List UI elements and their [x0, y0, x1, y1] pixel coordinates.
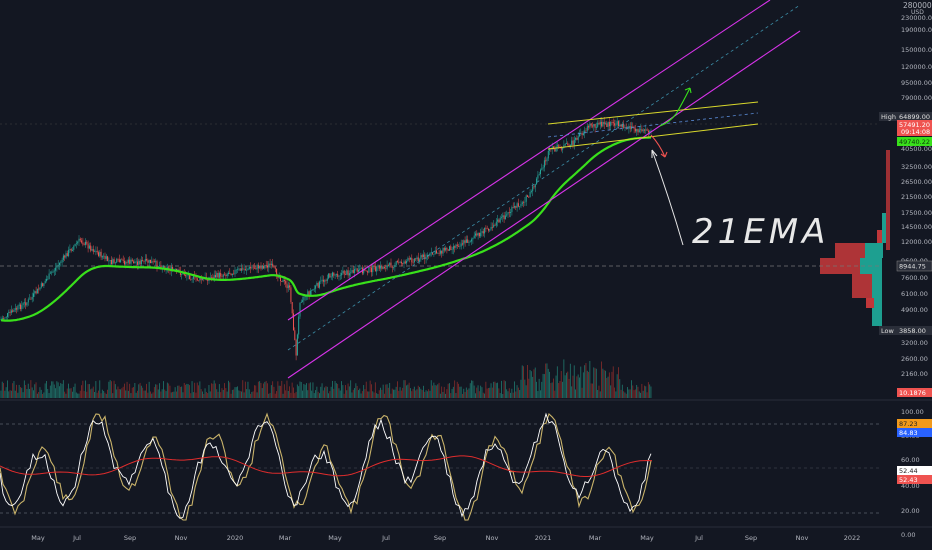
time-tick: 2021: [535, 534, 552, 542]
price-tick: 17500.00: [901, 209, 932, 217]
time-tick: Sep: [124, 534, 136, 542]
price-tick: 2600.00: [901, 355, 928, 363]
price-tick: 95000.00: [901, 79, 932, 87]
time-tick: Nov: [486, 534, 499, 542]
time-tick: Sep: [434, 534, 446, 542]
annotation-label: 21EMA: [692, 212, 829, 252]
time-tick: 2022: [844, 534, 861, 542]
price-tick: 32500.00: [901, 163, 932, 171]
low-badge-value: 3858.00: [899, 327, 926, 335]
oscillator-tick: 60.00: [901, 456, 920, 464]
ema-badge: 49740.22: [897, 137, 932, 146]
volume-badge: 10.1876: [897, 388, 932, 397]
price-tick: 3200.00: [901, 339, 928, 347]
price-tick: 230000.00: [901, 14, 932, 22]
high-badge: High 64899.00: [879, 112, 932, 121]
osc-badge-d: 84.83: [899, 429, 918, 437]
time-tick: May: [640, 534, 654, 542]
price-chart[interactable]: 21EMA 280000.00 USD 230000.00190000.0015…: [0, 0, 932, 550]
cursor-badge: 8944.75: [896, 260, 932, 272]
price-tick: 79000.00: [901, 94, 932, 102]
volume-badge-value: 10.1876: [899, 389, 926, 397]
price-tick: 21500.00: [901, 193, 932, 201]
time-tick: Jul: [72, 534, 81, 542]
time-tick: Jul: [694, 534, 703, 542]
price-tick: 6100.00: [901, 290, 928, 298]
osc-badge-white: 52.44: [899, 467, 918, 475]
price-tick: 4900.00: [901, 306, 928, 314]
oscillator-tick: 100.00: [901, 408, 924, 416]
high-badge-label: High: [881, 113, 896, 121]
time-tick: Jul: [381, 534, 390, 542]
price-tick: 7600.00: [901, 274, 928, 282]
oscillator-tick: 0.00: [901, 531, 915, 539]
time-tick: Nov: [796, 534, 809, 542]
price-tick: 150000.00: [901, 46, 932, 54]
time-tick: May: [31, 534, 45, 542]
price-tick: 14500.00: [901, 223, 932, 231]
price-tick: 26500.00: [901, 178, 932, 186]
time-tick: Sep: [745, 534, 757, 542]
price-tick: 12000.00: [901, 238, 932, 246]
ema-badge-value: 49740.22: [899, 138, 930, 146]
price-tick: 2160.00: [901, 370, 928, 378]
low-badge-label: Low: [881, 327, 894, 335]
osc-badge-red: 52.43: [899, 476, 918, 484]
countdown-value: 09:14:08: [901, 128, 930, 136]
time-tick: Nov: [175, 534, 188, 542]
oscillator-tick: 20.00: [901, 507, 920, 515]
price-tick: 190000.00: [901, 26, 932, 34]
osc-badge-k: 87.23: [899, 420, 918, 428]
time-tick: 2020: [227, 534, 244, 542]
cursor-badge-value: 8944.75: [899, 263, 926, 271]
low-badge: Low 3858.00: [879, 326, 932, 335]
chart-background: [0, 0, 932, 550]
time-tick: Mar: [589, 534, 602, 542]
time-tick: May: [328, 534, 342, 542]
price-tick: 120000.00: [901, 63, 932, 71]
time-tick: Mar: [279, 534, 292, 542]
high-badge-value: 64899.00: [899, 113, 930, 121]
price-tick: 40500.00: [901, 145, 932, 153]
last-price-badge: 57491.20 09:14:08: [897, 120, 932, 136]
